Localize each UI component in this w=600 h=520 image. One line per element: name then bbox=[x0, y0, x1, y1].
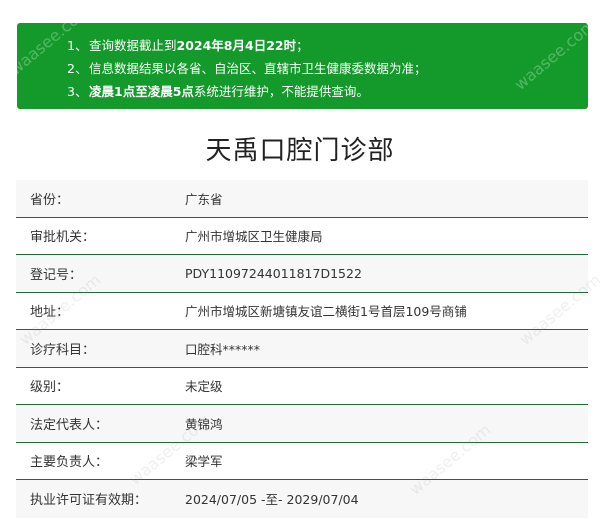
row-label: 执业许可证有效期： bbox=[30, 493, 148, 509]
row-value: 广州市增城区新塘镇友谊二横街1号首层109号商铺 bbox=[185, 304, 467, 320]
notice-number: 1、 bbox=[67, 38, 88, 53]
notice-line: 2、 信息数据结果以各省、自治区、直辖市卫生健康委数据为准； bbox=[67, 57, 588, 80]
table-row: 执业许可证有效期： 2024/07/05 -至- 2029/07/04 bbox=[16, 480, 588, 518]
notice-text: 信息数据结果以各省、自治区、直辖市卫生健康委数据为准； bbox=[89, 61, 427, 76]
row-value: 广州市增城区卫生健康局 bbox=[185, 229, 323, 245]
notice-number: 3、 bbox=[67, 84, 88, 99]
row-value: 黄锦鸿 bbox=[185, 416, 223, 432]
row-value: 口腔科****** bbox=[185, 341, 261, 357]
notice-banner: 1、 查询数据截止到 2024年8月4日22时 ； 2、 信息数据结果以各省、自… bbox=[17, 23, 588, 109]
table-row: 审批机关： 广州市增城区卫生健康局 bbox=[16, 217, 588, 255]
notice-line: 1、 查询数据截止到 2024年8月4日22时 ； bbox=[67, 34, 588, 57]
row-value: PDY11097244011817D1522 bbox=[185, 265, 362, 281]
notice-text: 查询数据截止到 bbox=[89, 38, 177, 53]
table-row: 登记号： PDY11097244011817D1522 bbox=[16, 255, 588, 293]
table-row: 主要负责人： 梁学军 bbox=[16, 442, 588, 480]
notice-text: ； bbox=[296, 38, 309, 53]
row-label: 主要负责人： bbox=[30, 455, 109, 471]
row-value: 未定级 bbox=[185, 379, 223, 395]
table-row: 地址： 广州市增城区新塘镇友谊二横街1号首层109号商铺 bbox=[16, 292, 588, 330]
page-title: 天禹口腔门诊部 bbox=[205, 136, 395, 166]
row-value: 梁学军 bbox=[185, 454, 223, 470]
row-label: 地址： bbox=[30, 305, 70, 321]
notice-line: 3、 凌晨1点至凌晨5点 系统进行维护，不能提供查询。 bbox=[67, 80, 588, 103]
row-value: 2024/07/05 -至- 2029/07/04 bbox=[185, 492, 359, 508]
table-row: 级别： 未定级 bbox=[16, 367, 588, 405]
row-label: 法定代表人： bbox=[30, 417, 109, 433]
row-label: 省份： bbox=[30, 192, 70, 208]
table-row: 省份： 广东省 bbox=[16, 180, 588, 218]
notice-bold-text: 凌晨1点至凌晨5点 bbox=[89, 84, 194, 99]
row-value: 广东省 bbox=[185, 191, 223, 207]
table-row: 法定代表人： 黄锦鸿 bbox=[16, 405, 588, 443]
row-label: 登记号： bbox=[30, 267, 83, 283]
row-label: 审批机关： bbox=[30, 230, 96, 246]
row-label: 诊疗科目： bbox=[30, 342, 96, 358]
notice-text: 系统进行维护，不能提供查询。 bbox=[193, 84, 369, 99]
row-label: 级别： bbox=[30, 380, 70, 396]
notice-number: 2、 bbox=[67, 61, 88, 76]
info-table: 省份： 广东省 审批机关： 广州市增城区卫生健康局 登记号： PDY110972… bbox=[16, 180, 588, 518]
table-row: 诊疗科目： 口腔科****** bbox=[16, 330, 588, 368]
notice-bold-text: 2024年8月4日22时 bbox=[176, 38, 297, 53]
